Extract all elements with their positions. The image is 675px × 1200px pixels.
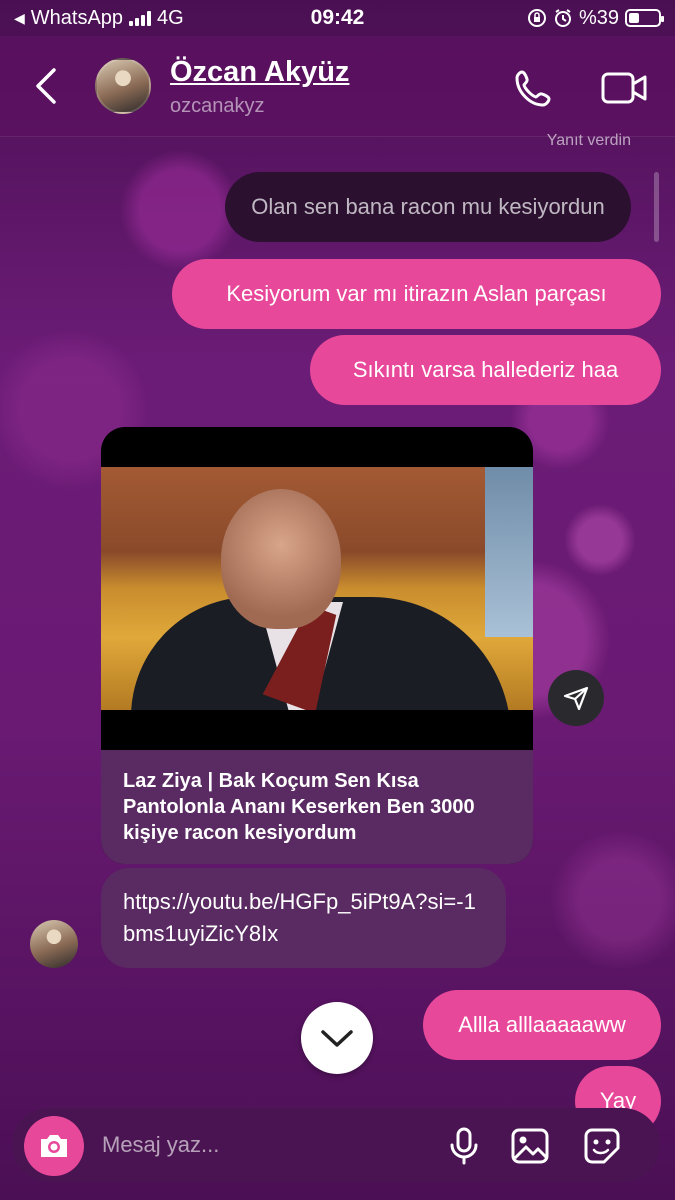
video-camera-icon[interactable] (600, 68, 648, 108)
message-text: Allla alllaaaaaww (458, 1012, 626, 1037)
back-to-app-arrow-icon[interactable]: ◀ (14, 10, 25, 27)
signal-icon (129, 10, 152, 26)
chevron-down-icon (321, 1030, 353, 1047)
status-bar: ◀ WhatsApp 4G 09:42 %39 (0, 0, 675, 36)
alarm-icon (554, 9, 571, 27)
incoming-link-message[interactable]: https://youtu.be/HGFp_5iPt9A?si=-1bms1uy… (101, 868, 506, 968)
message-input[interactable]: Mesaj yaz... (102, 1132, 219, 1158)
reply-quote-text: Olan sen bana racon mu kesiyordun (251, 194, 605, 219)
chevron-left-icon[interactable] (28, 64, 68, 108)
link-url[interactable]: https://youtu.be/HGFp_5iPt9A?si=-1bms1uy… (123, 886, 484, 950)
camera-icon (41, 1135, 67, 1157)
battery-icon (625, 9, 664, 27)
status-right: %39 (527, 6, 664, 30)
status-left: ◀ WhatsApp 4G (14, 7, 184, 30)
link-preview-title: Laz Ziya | Bak Koçum Sen Kısa Pantolonla… (101, 750, 533, 864)
video-thumbnail[interactable] (101, 467, 533, 710)
battery-percent: %39 (578, 6, 619, 29)
avatar[interactable] (95, 58, 151, 114)
scroll-down-button[interactable] (301, 1002, 373, 1074)
outgoing-message[interactable]: Sıkıntı varsa hallederiz haa (310, 335, 661, 405)
contact-name[interactable]: Özcan Akyüz (170, 56, 349, 89)
link-preview-card[interactable]: Laz Ziya | Bak Koçum Sen Kısa Pantolonla… (101, 427, 533, 864)
back-to-app-label[interactable]: WhatsApp (31, 7, 123, 30)
camera-button[interactable] (24, 1116, 84, 1176)
phone-icon[interactable] (512, 66, 556, 110)
message-text: Kesiyorum var mı itirazın Aslan parçası (226, 281, 607, 306)
sender-avatar[interactable] (30, 920, 78, 968)
rotation-lock-icon (527, 9, 546, 27)
contact-username[interactable]: ozcanakyz (170, 95, 265, 118)
outgoing-message[interactable]: Allla alllaaaaaww (423, 990, 661, 1060)
image-icon[interactable] (510, 1126, 550, 1166)
message-text: Sıkıntı varsa hallederiz haa (352, 357, 619, 382)
reply-quote-bubble[interactable]: Olan sen bana racon mu kesiyordun (225, 172, 631, 242)
sticker-icon[interactable] (582, 1126, 622, 1166)
scrollbar[interactable] (654, 172, 659, 242)
thumb-window (485, 467, 533, 637)
thumb-head (221, 489, 341, 629)
microphone-icon[interactable] (444, 1126, 484, 1166)
network-label: 4G (157, 6, 184, 29)
send-icon[interactable] (548, 670, 604, 726)
outgoing-message[interactable]: Kesiyorum var mı itirazın Aslan parçası (172, 259, 661, 329)
message-composer: Mesaj yaz... (12, 1108, 660, 1182)
chat-header: Özcan Akyüz ozcanakyz (0, 36, 675, 137)
replied-label: Yanıt verdin (546, 132, 631, 149)
